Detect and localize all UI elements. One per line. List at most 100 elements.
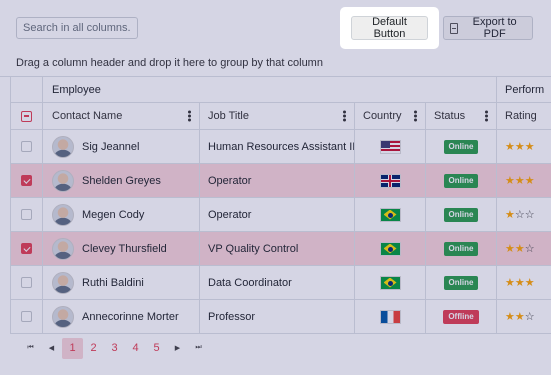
row-checkbox[interactable] <box>21 141 32 152</box>
last-page-icon[interactable]: ⏭ <box>188 338 209 359</box>
job-title-cell[interactable]: VP Quality Control <box>200 232 355 265</box>
default-button[interactable]: Default Button <box>351 16 428 40</box>
select-all-checkbox[interactable] <box>21 110 32 122</box>
country-cell[interactable] <box>355 164 426 197</box>
status-cell[interactable]: Online <box>426 266 497 299</box>
job-title-cell[interactable]: Operator <box>200 198 355 231</box>
page-number-button[interactable]: 5 <box>146 338 167 359</box>
table-row[interactable]: Megen Cody Operator Online ★☆☆ <box>11 198 551 232</box>
grid-body: Sig Jeannel Human Resources Assistant III… <box>11 130 551 334</box>
export-pdf-button[interactable]: Export to PDF <box>443 16 533 40</box>
status-cell[interactable]: Offline <box>426 300 497 333</box>
rating-cell[interactable]: ★★★ <box>497 266 551 299</box>
header-country[interactable]: Country <box>355 103 426 129</box>
next-page-icon[interactable]: ▶ <box>167 338 188 359</box>
rating-stars-icon: ★★☆ <box>505 243 535 255</box>
contact-name-cell[interactable]: Sig Jeannel <box>43 130 200 163</box>
rating-stars-icon: ★☆☆ <box>505 209 535 221</box>
first-page-icon[interactable]: ⏮ <box>20 338 41 359</box>
row-checkbox[interactable] <box>21 243 32 254</box>
rating-cell[interactable]: ★★★ <box>497 130 551 163</box>
table-row[interactable]: Sig Jeannel Human Resources Assistant III… <box>11 130 551 164</box>
page-number-button[interactable]: 3 <box>104 338 125 359</box>
rating-cell[interactable]: ★☆☆ <box>497 198 551 231</box>
status-badge: Online <box>443 139 479 154</box>
row-select-cell <box>11 266 43 299</box>
band-employee-header[interactable]: Employee <box>43 77 497 102</box>
group-panel[interactable]: Drag a column header and drop it here to… <box>0 50 551 77</box>
band-performance-header[interactable]: Perform <box>497 77 551 102</box>
table-row[interactable]: Clevey Thursfield VP Quality Control Onlin… <box>11 232 551 266</box>
contact-name: Shelden Greyes <box>82 174 161 187</box>
header-contact-name[interactable]: Contact Name <box>43 103 200 129</box>
band-blank-cell <box>11 77 43 102</box>
contact-name: Clevey Thursfield <box>82 242 167 255</box>
rating-cell[interactable]: ★★★ <box>497 164 551 197</box>
status-cell[interactable]: Online <box>426 130 497 163</box>
avatar <box>52 135 74 158</box>
contact-name-cell[interactable]: Annecorinne Morter <box>43 300 200 333</box>
avatar <box>52 271 74 294</box>
table-row[interactable]: Annecorinne Morter Professor Offline ★★☆ <box>11 300 551 334</box>
country-cell[interactable] <box>355 198 426 231</box>
contact-name-cell[interactable]: Ruthi Baldini <box>43 266 200 299</box>
country-flag-icon <box>379 139 401 154</box>
rating-stars-icon: ★★★ <box>505 175 535 187</box>
header-status-label: Status <box>434 110 466 122</box>
column-menu-icon[interactable] <box>343 110 346 122</box>
job-title-cell[interactable]: Operator <box>200 164 355 197</box>
row-select-cell <box>11 232 43 265</box>
job-title-cell[interactable]: Human Resources Assistant III <box>200 130 355 163</box>
header-status[interactable]: Status <box>426 103 497 129</box>
status-cell[interactable]: Online <box>426 198 497 231</box>
export-pdf-label: Export to PDF <box>472 16 517 40</box>
status-badge: Online <box>443 275 479 290</box>
country-cell[interactable] <box>355 266 426 299</box>
job-title: VP Quality Control <box>208 242 299 255</box>
row-select-cell <box>11 300 43 333</box>
country-cell[interactable] <box>355 130 426 163</box>
country-flag-icon <box>379 207 401 222</box>
page-number-button[interactable]: 2 <box>83 338 104 359</box>
header-contact-name-label: Contact Name <box>52 110 123 122</box>
job-title: Data Coordinator <box>208 276 292 289</box>
previous-page-icon[interactable]: ◀ <box>41 338 62 359</box>
page-numbers: 12345 <box>62 337 167 359</box>
job-title-cell[interactable]: Data Coordinator <box>200 266 355 299</box>
contact-name: Megen Cody <box>82 208 145 221</box>
status-cell[interactable]: Online <box>426 232 497 265</box>
status-cell[interactable]: Online <box>426 164 497 197</box>
country-flag-icon <box>379 241 401 256</box>
rating-stars-icon: ★★★ <box>505 141 535 153</box>
column-menu-icon[interactable] <box>188 110 191 122</box>
row-select-cell <box>11 130 43 163</box>
row-checkbox[interactable] <box>21 311 32 322</box>
header-rating[interactable]: Rating <box>497 103 551 129</box>
contact-name-cell[interactable]: Shelden Greyes <box>43 164 200 197</box>
job-title-cell[interactable]: Professor <box>200 300 355 333</box>
page-number-button[interactable]: 4 <box>125 338 146 359</box>
page-number-button[interactable]: 1 <box>62 337 83 359</box>
rating-stars-icon: ★★☆ <box>505 311 535 323</box>
contact-name-cell[interactable]: Megen Cody <box>43 198 200 231</box>
job-title: Operator <box>208 208 252 221</box>
rating-cell[interactable]: ★★☆ <box>497 232 551 265</box>
avatar <box>52 305 74 328</box>
search-input[interactable] <box>16 17 138 39</box>
contact-name-cell[interactable]: Clevey Thursfield <box>43 232 200 265</box>
country-cell[interactable] <box>355 300 426 333</box>
rating-cell[interactable]: ★★☆ <box>497 300 551 333</box>
status-badge: Online <box>443 173 479 188</box>
row-checkbox[interactable] <box>21 209 32 220</box>
table-row[interactable]: Shelden Greyes Operator Online ★★★ <box>11 164 551 198</box>
header-job-title[interactable]: Job Title <box>200 103 355 129</box>
row-checkbox[interactable] <box>21 175 32 186</box>
table-row[interactable]: Ruthi Baldini Data Coordinator Online ★★★ <box>11 266 551 300</box>
column-menu-icon[interactable] <box>414 110 417 122</box>
column-menu-icon[interactable] <box>485 110 488 122</box>
row-checkbox[interactable] <box>21 277 32 288</box>
row-select-cell <box>11 198 43 231</box>
country-cell[interactable] <box>355 232 426 265</box>
pager: ⏮ ◀ 12345 ▶ ⏭ <box>10 334 551 362</box>
rating-stars-icon: ★★★ <box>505 277 535 289</box>
